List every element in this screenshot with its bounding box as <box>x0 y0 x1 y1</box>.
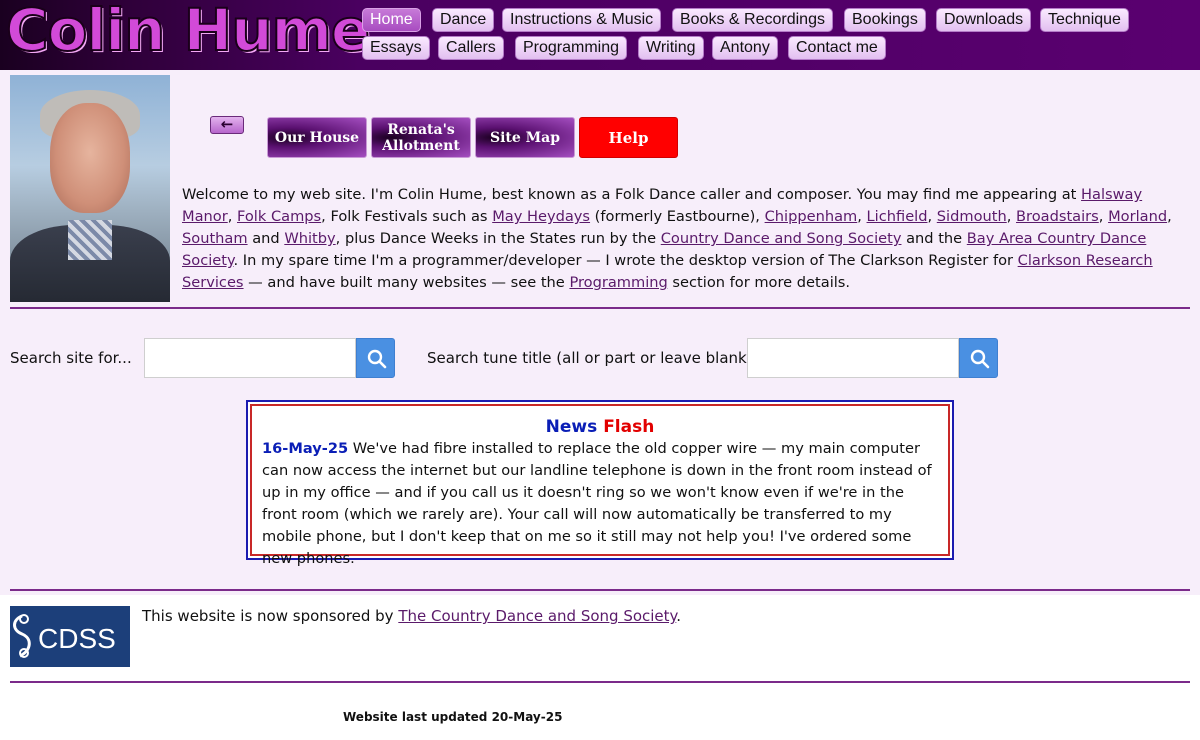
search-tune-input[interactable] <box>747 338 959 378</box>
link-sidmouth[interactable]: Sidmouth <box>937 208 1007 225</box>
photo-face <box>50 103 130 213</box>
nav-contact[interactable]: Contact me <box>788 36 886 60</box>
cdss-logo-text: CDSS <box>38 623 116 654</box>
intro-text: , Folk Festivals such as <box>321 208 493 225</box>
intro-text: , <box>927 208 937 225</box>
link-folk-camps[interactable]: Folk Camps <box>237 208 321 225</box>
sponsor-section: CDSS This website is now sponsored by Th… <box>0 595 1200 675</box>
nav-dance[interactable]: Dance <box>432 8 495 32</box>
cdss-logo-graphic: CDSS <box>13 614 116 658</box>
our-house-label: Our House <box>274 129 360 146</box>
link-cdss[interactable]: Country Dance and Song Society <box>661 230 902 247</box>
divider <box>10 681 1190 683</box>
intro-text: , <box>857 208 867 225</box>
intro-text: Welcome to my web site. I'm Colin Hume, … <box>182 186 1082 203</box>
sponsor-text: This website is now sponsored by The Cou… <box>142 606 681 626</box>
intro-text: , <box>1167 208 1172 225</box>
divider <box>10 589 1190 591</box>
search-site-button[interactable] <box>356 338 395 378</box>
nav-downloads[interactable]: Downloads <box>936 8 1032 32</box>
link-cdss-sponsor[interactable]: The Country Dance and Song Society <box>398 607 676 625</box>
link-morland[interactable]: Morland <box>1108 208 1167 225</box>
main-content: ← Our House Renata's Allotment Site Map … <box>0 70 1200 600</box>
intro-text: , <box>227 208 237 225</box>
intro-paragraph: Welcome to my web site. I'm Colin Hume, … <box>182 184 1192 294</box>
nav-antony[interactable]: Antony <box>712 36 778 60</box>
intro-text: and the <box>901 230 967 247</box>
link-broadstairs[interactable]: Broadstairs <box>1016 208 1099 225</box>
link-whitby[interactable]: Whitby <box>284 230 335 247</box>
nav-writing[interactable]: Writing <box>638 36 704 60</box>
intro-text: section for more details. <box>667 274 851 291</box>
search-tune-button[interactable] <box>959 338 998 378</box>
search-tune-label: Search tune title (all or part or leave … <box>427 349 753 367</box>
sponsor-text-before: This website is now sponsored by <box>142 607 399 625</box>
link-may-heydays[interactable]: May Heydays <box>492 208 590 225</box>
news-flash-body: 16-May-25 We've had fibre installed to r… <box>262 438 938 570</box>
intro-text: . In my spare time I'm a programmer/deve… <box>233 252 1018 269</box>
renatas-allotment-label: Renata's Allotment <box>382 121 460 154</box>
news-text: We've had fibre installed to replace the… <box>262 440 932 567</box>
back-arrow-icon[interactable]: ← <box>210 116 244 134</box>
link-southam[interactable]: Southam <box>182 230 248 247</box>
news-date: 16-May-25 <box>262 440 349 457</box>
search-icon <box>367 349 387 369</box>
intro-text: , plus Dance Weeks in the States run by … <box>335 230 661 247</box>
author-photo <box>10 75 170 302</box>
nav-callers[interactable]: Callers <box>438 36 504 60</box>
nav-bookings[interactable]: Bookings <box>844 8 926 32</box>
link-programming[interactable]: Programming <box>569 274 667 291</box>
site-map-button[interactable]: Site Map <box>475 117 575 158</box>
last-updated: Website last updated 20-May-25 <box>343 710 563 724</box>
news-flash-inner: News Flash 16-May-25 We've had fibre ins… <box>250 404 950 567</box>
site-title[interactable]: Colin Hume <box>5 0 371 63</box>
divider <box>10 307 1190 309</box>
nav-programming[interactable]: Programming <box>515 36 628 60</box>
site-map-label: Site Map <box>489 129 561 146</box>
nav-essays[interactable]: Essays <box>362 36 430 60</box>
our-house-button[interactable]: Our House <box>267 117 367 158</box>
news-title-word: News <box>545 417 598 437</box>
news-flash-box: News Flash 16-May-25 We've had fibre ins… <box>246 400 954 567</box>
news-flash-title: News Flash <box>262 416 938 438</box>
nav-instructions[interactable]: Instructions & Music <box>502 8 662 32</box>
intro-text: (formerly Eastbourne), <box>590 208 765 225</box>
nav-home[interactable]: Home <box>362 8 421 32</box>
help-button[interactable]: Help <box>579 117 678 158</box>
nav-books[interactable]: Books & Recordings <box>672 8 833 32</box>
nav-technique[interactable]: Technique <box>1040 8 1129 32</box>
search-icon <box>970 349 990 369</box>
intro-text: — and have built many websites — see the <box>243 274 570 291</box>
link-lichfield[interactable]: Lichfield <box>867 208 928 225</box>
link-chippenham[interactable]: Chippenham <box>765 208 858 225</box>
intro-text: and <box>247 230 285 247</box>
sponsor-text-after: . <box>676 607 682 625</box>
site-header: Colin Hume Home Dance Instructions & Mus… <box>0 0 1200 70</box>
flash-title-word: Flash <box>603 417 655 437</box>
renatas-allotment-button[interactable]: Renata's Allotment <box>371 117 471 158</box>
search-site-input[interactable] <box>144 338 356 378</box>
cdss-logo[interactable]: CDSS <box>10 606 130 667</box>
intro-text: , <box>1006 208 1017 225</box>
intro-text: , <box>1098 208 1109 225</box>
search-site-label: Search site for... <box>10 349 132 367</box>
photo-collar <box>68 220 112 260</box>
